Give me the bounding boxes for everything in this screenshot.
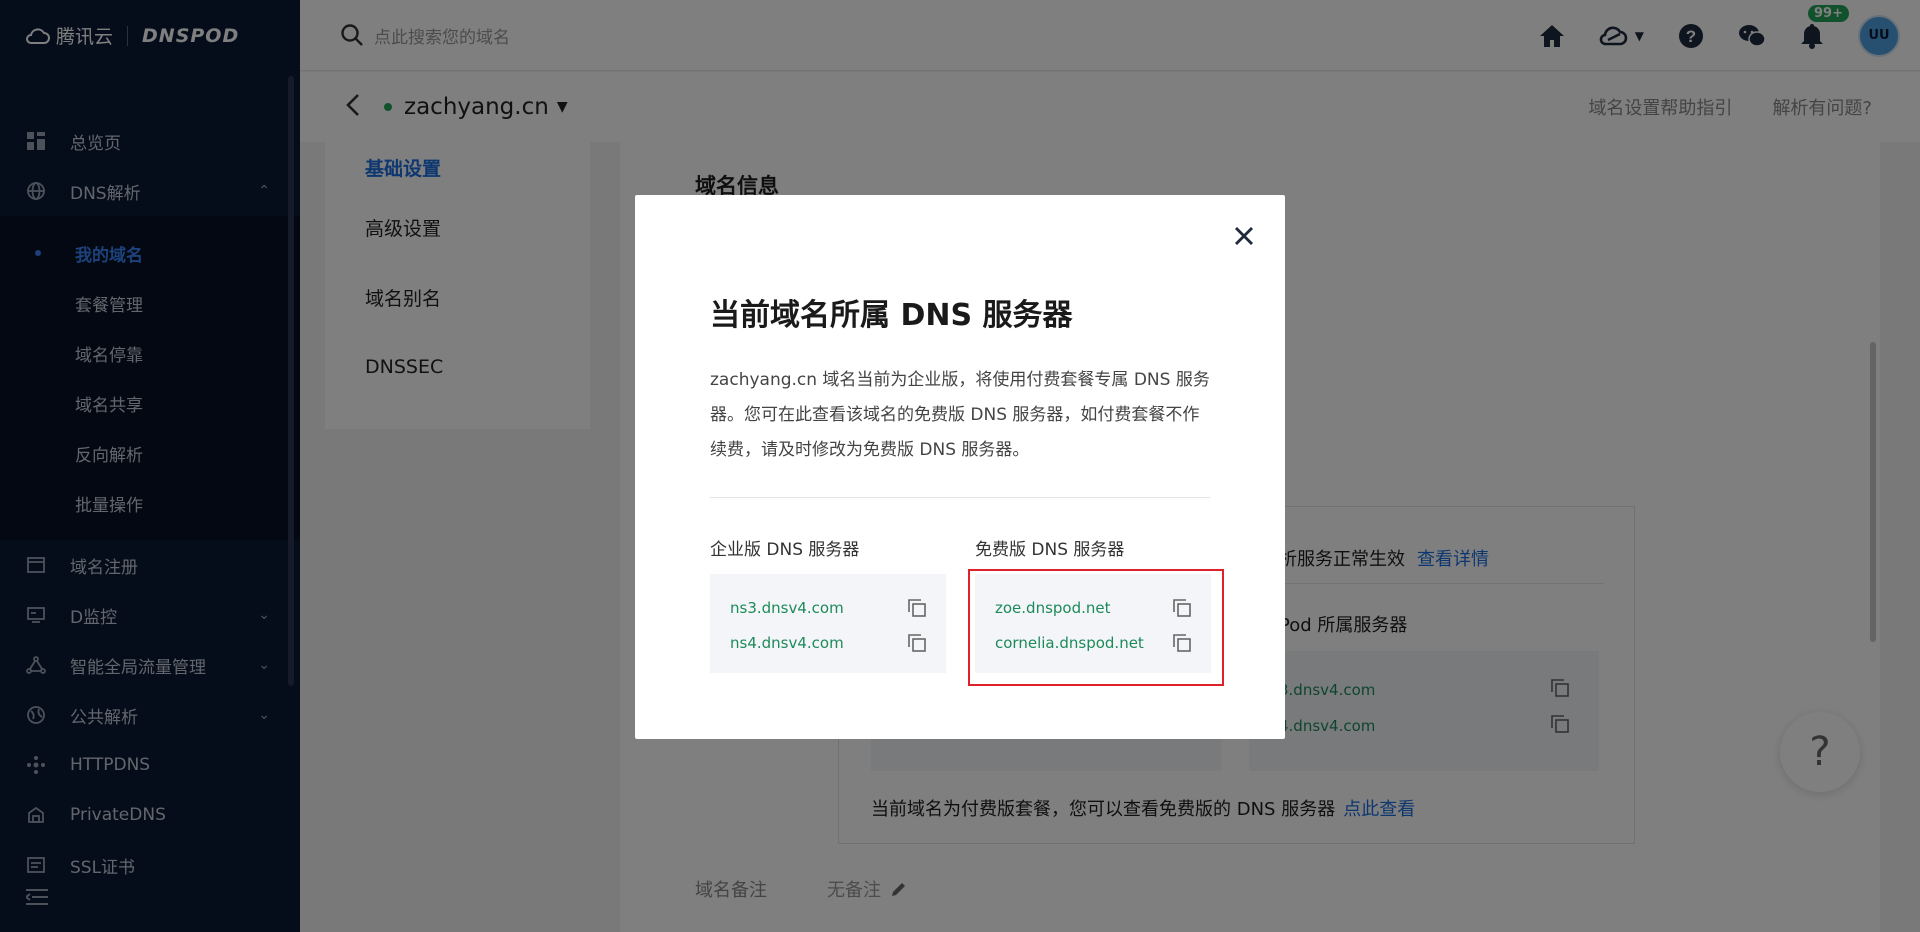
dns-server-row: ns4.dnsv4.com	[730, 628, 926, 658]
modal-divider	[710, 497, 1210, 498]
dns-server-row: ns3.dnsv4.com	[730, 593, 926, 623]
copy-icon[interactable]	[908, 634, 926, 652]
modal-title: 当前域名所属 DNS 服务器	[710, 298, 1073, 333]
modal-description: zachyang.cn 域名当前为企业版，将使用付费套餐专属 DNS 服务器。您…	[710, 370, 1210, 460]
close-icon[interactable]	[1233, 225, 1255, 247]
dns-server-modal: 当前域名所属 DNS 服务器 zachyang.cn 域名当前为企业版，将使用付…	[635, 195, 1285, 739]
dns-server-host: ns4.dnsv4.com	[730, 634, 844, 652]
enterprise-dns-panel: ns3.dnsv4.com ns4.dnsv4.com	[710, 574, 946, 673]
copy-icon[interactable]	[908, 599, 926, 617]
dns-server-host: ns3.dnsv4.com	[730, 599, 844, 617]
highlight-box	[968, 569, 1224, 686]
enterprise-dns-heading: 企业版 DNS 服务器	[710, 540, 860, 560]
free-dns-heading: 免费版 DNS 服务器	[975, 540, 1125, 560]
